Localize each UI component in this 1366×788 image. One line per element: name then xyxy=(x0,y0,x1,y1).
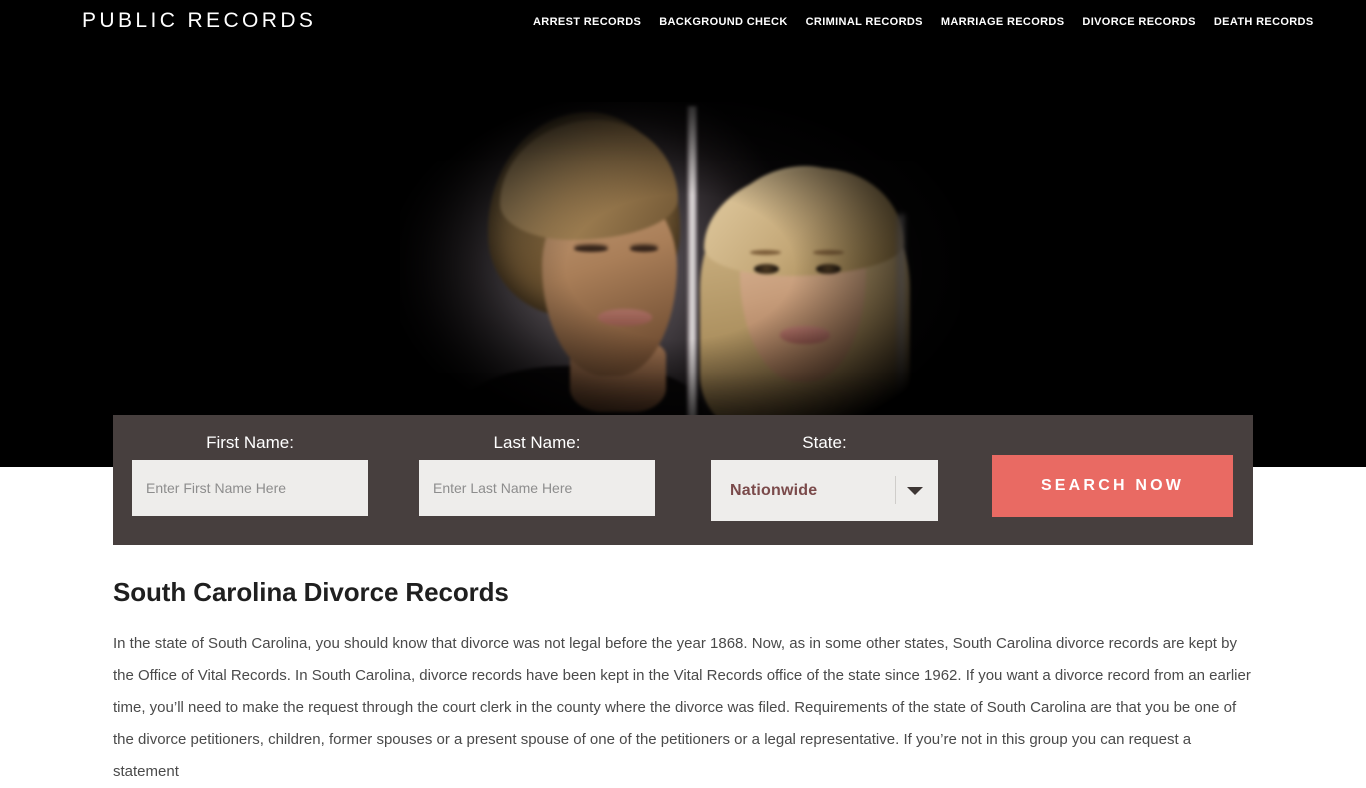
main-navigation: ARREST RECORDS BACKGROUND CHECK CRIMINAL… xyxy=(533,15,1314,29)
state-select[interactable]: Nationwide xyxy=(711,460,938,521)
last-name-input[interactable] xyxy=(419,460,655,516)
article-paragraph: In the state of South Carolina, you shou… xyxy=(113,635,1251,780)
search-panel: First Name: Last Name: State: Nationwide… xyxy=(113,415,1253,545)
nav-background-check[interactable]: BACKGROUND CHECK xyxy=(650,15,796,29)
site-logo[interactable]: PUBLIC RECORDS xyxy=(82,9,316,33)
last-name-label: Last Name: xyxy=(493,433,581,452)
state-label: State: xyxy=(802,433,847,452)
site-header: PUBLIC RECORDS ARREST RECORDS BACKGROUND… xyxy=(0,0,1366,45)
nav-death-records[interactable]: DEATH RECORDS xyxy=(1205,15,1314,29)
first-name-label: First Name: xyxy=(206,433,294,452)
chevron-down-icon xyxy=(907,487,923,495)
state-field-group: State: Nationwide xyxy=(711,432,938,521)
first-name-field-group: First Name: xyxy=(132,432,368,516)
first-name-input[interactable] xyxy=(132,460,368,516)
page-title: South Carolina Divorce Records xyxy=(113,577,509,607)
search-now-button[interactable]: SEARCH NOW xyxy=(992,455,1233,517)
select-separator xyxy=(895,476,896,504)
state-selected-value: Nationwide xyxy=(730,481,818,499)
nav-divorce-records[interactable]: DIVORCE RECORDS xyxy=(1073,15,1204,29)
nav-marriage-records[interactable]: MARRIAGE RECORDS xyxy=(932,15,1074,29)
article-section: South Carolina Divorce Records In the st… xyxy=(113,575,1253,788)
hero-photo-softener xyxy=(400,102,960,432)
nav-arrest-records[interactable]: ARREST RECORDS xyxy=(533,15,650,29)
nav-criminal-records[interactable]: CRIMINAL RECORDS xyxy=(797,15,932,29)
last-name-field-group: Last Name: xyxy=(419,432,655,516)
hero-banner xyxy=(0,0,1366,467)
hero-photo xyxy=(400,102,960,432)
